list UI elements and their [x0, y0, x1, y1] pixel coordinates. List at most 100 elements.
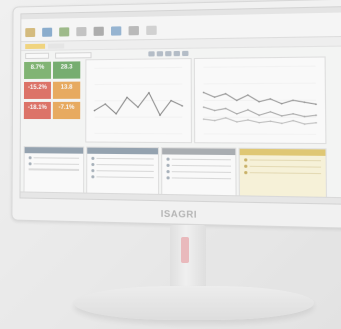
kpi-value: 28.3	[60, 64, 73, 71]
folder-icon[interactable]	[25, 27, 36, 38]
chart-point	[280, 122, 283, 125]
list-item[interactable]	[166, 170, 232, 174]
monitor: 8.7% 28.3 -15.2% 13.8 -18.1% -7.1% ISAGR…	[11, 0, 341, 229]
chart-point	[258, 100, 260, 103]
chart-point	[235, 99, 238, 102]
chart-point	[280, 102, 283, 105]
gridline	[204, 134, 316, 135]
list-item[interactable]	[91, 175, 154, 179]
list-item[interactable]	[166, 163, 232, 168]
chart-point	[303, 101, 306, 104]
view-switcher	[148, 50, 189, 57]
chart-point	[213, 119, 216, 122]
chart-point	[292, 99, 294, 102]
series-line	[204, 92, 316, 104]
line-chart-left	[86, 59, 191, 142]
chart-point	[159, 114, 161, 116]
view-icon[interactable]	[156, 51, 164, 57]
view-icon[interactable]	[148, 51, 155, 57]
monitor-stand-base	[74, 286, 314, 320]
divider	[28, 168, 80, 171]
list-item[interactable]	[91, 169, 154, 173]
chart-point	[315, 121, 318, 124]
chart-point	[315, 103, 317, 106]
chart-point	[235, 113, 238, 115]
view-icon[interactable]	[165, 51, 172, 57]
help-icon[interactable]	[146, 25, 157, 36]
gridline	[95, 67, 183, 68]
stand-accent	[181, 237, 189, 263]
list-item[interactable]	[166, 176, 232, 180]
chart-point	[170, 99, 172, 102]
chart-point	[258, 114, 261, 117]
calculator-icon[interactable]	[76, 26, 87, 37]
gridline	[95, 84, 183, 85]
chart-icon[interactable]	[42, 27, 53, 37]
chart-point	[181, 105, 184, 107]
chart-point	[292, 119, 295, 122]
kpi-value: 13.8	[60, 84, 73, 91]
tab-secondary[interactable]	[48, 42, 65, 49]
view-icon[interactable]	[173, 50, 180, 57]
list-item[interactable]	[28, 156, 80, 160]
kpi-grid: 8.7% 28.3 -15.2% 13.8 -18.1% -7.1%	[23, 59, 83, 142]
chart-point	[269, 98, 272, 100]
panel-header	[162, 148, 236, 156]
chart-point	[258, 121, 261, 124]
table-icon[interactable]	[59, 27, 70, 37]
kpi-tile[interactable]: 13.8	[52, 81, 81, 99]
kpi-value: 8.7%	[30, 64, 45, 71]
kpi-value: -15.2%	[27, 84, 47, 91]
view-icon[interactable]	[182, 50, 189, 57]
filter-field-2[interactable]	[55, 51, 92, 59]
chart-point	[280, 115, 283, 117]
line-chart-right	[195, 58, 325, 144]
list-item[interactable]	[28, 162, 80, 166]
chart-point	[247, 108, 249, 111]
chart-point	[303, 115, 306, 118]
brand-logo: ISAGRI	[160, 208, 198, 220]
kpi-tile[interactable]: -7.1%	[52, 101, 81, 120]
gridline	[203, 66, 315, 67]
chart-point	[292, 113, 295, 115]
export-icon[interactable]	[111, 26, 122, 36]
line-chart-panel-left	[85, 58, 192, 144]
chart-point	[137, 106, 139, 109]
chart-point	[148, 91, 150, 94]
panel-header	[239, 148, 326, 156]
alert-item[interactable]	[244, 171, 322, 175]
chart-point	[202, 91, 205, 94]
kpi-value: -18.1%	[27, 104, 47, 111]
chart-point	[126, 96, 128, 99]
chart-point	[246, 94, 249, 96]
kpi-tile[interactable]: -15.2%	[23, 81, 51, 99]
chart-point	[235, 121, 238, 123]
chart-point	[247, 119, 249, 121]
chart-point	[93, 109, 96, 112]
alert-item[interactable]	[244, 158, 322, 162]
chart-point	[269, 120, 272, 123]
dashboard-top-row: 8.7% 28.3 -15.2% 13.8 -18.1% -7.1%	[23, 56, 341, 145]
chart-point	[202, 118, 205, 121]
kpi-tile[interactable]: 28.3	[52, 61, 81, 79]
list-item[interactable]	[91, 162, 154, 167]
chart-point	[213, 96, 216, 98]
kpi-tile[interactable]: -18.1%	[23, 101, 51, 120]
gridline	[204, 83, 316, 84]
tab-dashboard[interactable]	[25, 43, 46, 49]
chart-point	[202, 106, 205, 108]
line-chart-panel-right	[193, 56, 327, 145]
filter-field-1[interactable]	[25, 52, 50, 59]
app-screen: 8.7% 28.3 -15.2% 13.8 -18.1% -7.1%	[19, 6, 341, 205]
list-item[interactable]	[166, 157, 231, 162]
chart-point	[269, 110, 272, 113]
list-item[interactable]	[91, 156, 154, 161]
chart-point	[104, 103, 107, 105]
chart-point	[213, 109, 216, 112]
settings-icon[interactable]	[128, 25, 139, 36]
chart-point	[224, 117, 227, 119]
kpi-tile[interactable]: 8.7%	[24, 61, 52, 79]
print-icon[interactable]	[93, 26, 104, 36]
panel-header	[87, 147, 158, 155]
alert-item[interactable]	[244, 164, 322, 169]
